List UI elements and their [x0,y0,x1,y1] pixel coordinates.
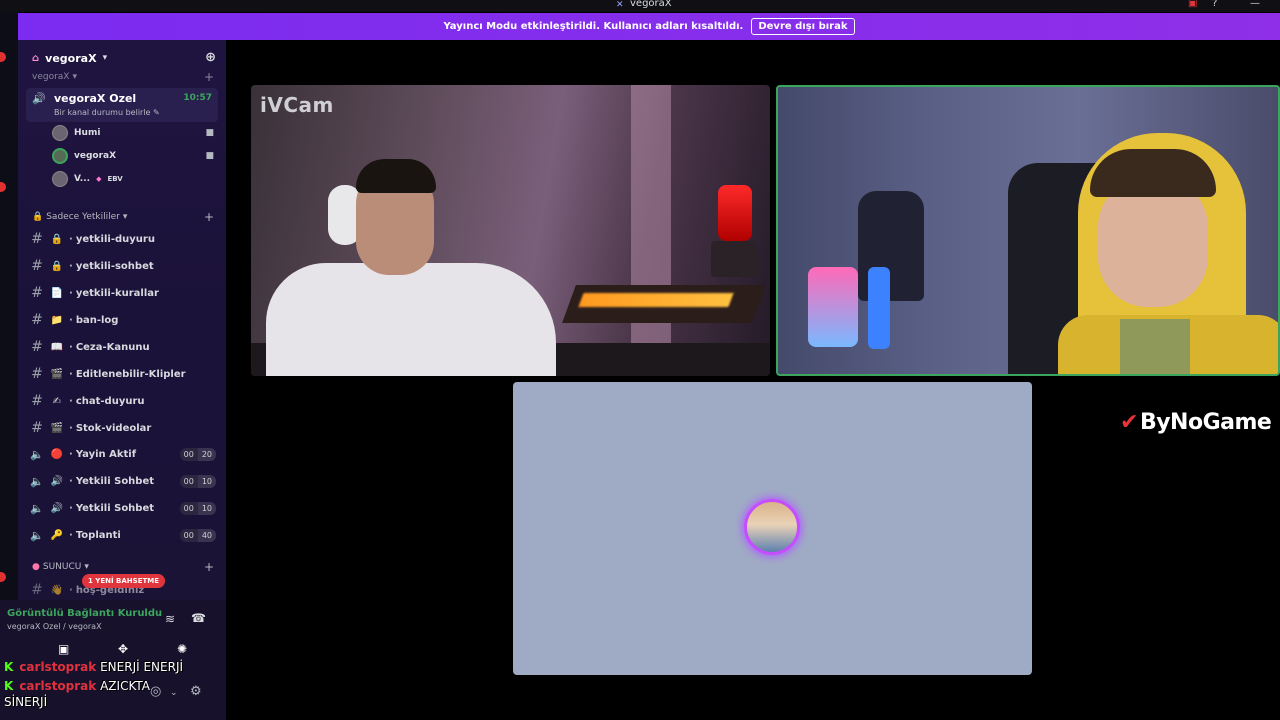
streamer-figure [266,159,556,376]
lock-icon: 🔒 [32,212,44,222]
hash-icon: # [31,420,43,436]
text-channel[interactable]: # 🔒 · yetkili-duyuru [28,228,218,250]
category-top[interactable]: vegoraX ▾ [32,72,77,82]
chevron-down-icon: ▾ [102,53,108,63]
streamer-mode-banner: Yayıncı Modu etkinleştirildi. Kullanıcı … [18,13,1280,40]
hash-icon: # [31,582,43,598]
speaker-icon: 🔊 [32,92,46,105]
app-logo-icon: ✕ [616,0,624,10]
add-channel-icon[interactable]: + [204,560,214,574]
add-channel-icon[interactable]: + [204,210,214,224]
voice-channel[interactable]: 🔈 🔊 · Yetkili Sohbet 00 10 [28,470,218,492]
text-channel[interactable]: # 🔒 · yetkili-sohbet [28,255,218,277]
add-channel-icon[interactable]: + [204,70,214,84]
text-channel[interactable]: # 📖 · Ceza-Kanunu [28,336,218,358]
window-title: vegoraX [630,0,672,9]
user-limit-badge: 00 10 [179,501,216,515]
category-server[interactable]: ● SUNUCU ▾ [32,562,89,572]
invite-people-icon[interactable]: ⊕ [205,50,216,65]
hash-icon: # [31,393,43,409]
notification-dot [0,52,6,62]
set-channel-status[interactable]: Bir kanal durumu belirle ✎ [54,108,160,117]
voice-user[interactable]: Humi [52,123,100,143]
hash-icon: # [31,339,43,355]
server-header[interactable]: ⌂ vegoraX ▾ ⊕ [18,40,226,76]
settings-gear-icon[interactable]: ⚙ [190,684,202,699]
text-channel[interactable]: # 📁 · ban-log [28,309,218,331]
user-limit-badge: 00 40 [179,528,216,542]
hash-icon: # [31,366,43,382]
avatar [52,148,68,164]
camera-icon: ■ [205,151,214,161]
inbox-icon[interactable]: ▣ [1188,0,1197,9]
avatar [52,125,68,141]
notification-dot [0,572,6,582]
video-tile[interactable]: iVCam [251,85,770,376]
voice-channel-name: vegoraX Ozel [54,92,137,105]
connection-channel[interactable]: vegoraX Ozel / vegoraX [7,622,102,631]
text-channel[interactable]: # 📄 · yetkili-kurallar [28,282,218,304]
hash-icon: # [31,312,43,328]
connection-status[interactable]: Görüntülü Bağlantı Kuruldu [7,608,162,619]
bynogame-logo-icon: ✔ [1120,410,1138,435]
chat-message: Kcarlstoprak ENERJİ ENERJİ [4,660,184,674]
camera-watermark: iVCam [260,93,334,117]
disable-streamer-mode-button[interactable]: Devre dışı bırak [751,18,855,35]
notification-dot [0,182,6,192]
active-voice-channel[interactable]: 🔊 vegoraX Ozel 10:57 Bir kanal durumu be… [26,88,218,122]
hash-icon: # [31,258,43,274]
gem-icon: ◆ [96,175,102,183]
voice-channel[interactable]: 🔈 🔊 · Yetkili Sohbet 00 10 [28,497,218,519]
video-tile-speaking[interactable] [776,85,1280,376]
avatar [52,171,68,187]
sponsor-watermark: ✔ ByNoGame [1120,410,1272,435]
disconnect-icon[interactable]: ☎ [191,611,206,625]
user-limit-badge: 00 10 [179,474,216,488]
speaker-icon: 🔈 [30,474,44,488]
speaker-icon: 🔈 [30,528,44,542]
speaker-icon: 🔈 [30,501,44,515]
kick-icon: K [4,660,14,674]
text-channel[interactable]: # ✍ · chat-duyuru [28,390,218,412]
banner-text: Yayıncı Modu etkinleştirildi. Kullanıcı … [443,21,744,32]
camera-icon: ■ [205,128,214,138]
text-channel[interactable]: # 🎬 · Editlenebilir-Klipler [28,363,218,385]
noise-suppression-icon[interactable]: ≋ [165,612,175,626]
user-limit-badge: 00 20 [179,447,216,461]
hash-icon: # [31,285,43,301]
voice-user[interactable]: vegoraX [52,146,116,166]
chat-message: Kcarlstoprak AZICKTA SİNERJİ [4,679,150,709]
screen-share-icon[interactable]: ▣ [58,642,69,656]
voice-user[interactable]: V... ◆ EBV [52,169,123,189]
voice-channel[interactable]: 🔈 🔑 · Toplanti 00 40 [28,524,218,546]
user-badge: EBV [107,175,123,183]
minimize-icon[interactable]: — [1250,0,1260,9]
server-category-icon: ● [32,562,40,572]
avatar [744,499,800,555]
hash-icon: # [31,231,43,247]
server-name: vegoraX [45,51,97,65]
new-mention-pill[interactable]: 1 YENİ BAHSETME [82,574,166,588]
voice-channel[interactable]: 🔈 🔴 · Yayin Aktif 00 20 [28,443,218,465]
kick-icon: K [4,679,14,693]
activities-icon[interactable]: ✥ [118,642,128,656]
text-channel[interactable]: # 🎬 · Stok-videolar [28,417,218,439]
title-bar: ✕ vegoraX ▣ ? — [0,0,1280,12]
server-icon: ⌂ [32,52,40,64]
microphone-light [718,185,752,241]
audio-only-tile[interactable] [513,382,1032,675]
speaker-icon: 🔈 [30,447,44,461]
call-timer: 10:57 [183,93,212,103]
channel-sidebar: ⌂ vegoraX ▾ ⊕ vegoraX ▾ + 🔊 vegoraX Ozel … [18,40,226,600]
category-admin[interactable]: 🔒 Sadece Yetkililer ▾ [32,212,127,222]
help-icon[interactable]: ? [1212,0,1217,9]
soundboard-icon[interactable]: ✺ [177,642,187,656]
